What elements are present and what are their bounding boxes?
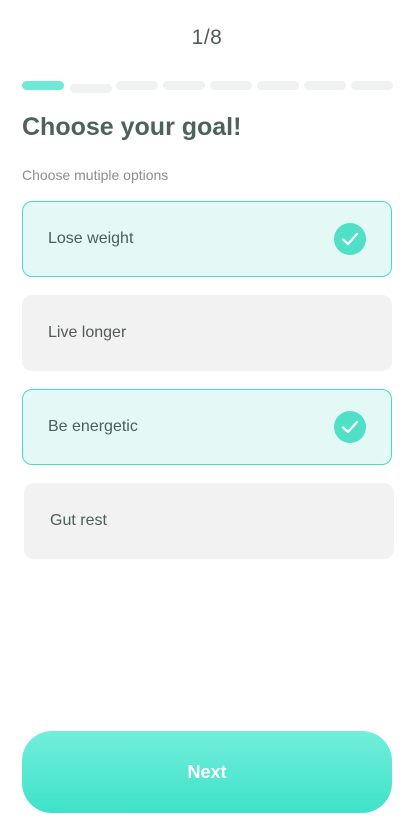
option-be-energetic[interactable]: Be energetic — [22, 389, 392, 465]
next-button[interactable]: Next — [22, 731, 392, 813]
progress-bar — [22, 81, 394, 93]
progress-segment-1 — [22, 81, 64, 90]
option-live-longer[interactable]: Live longer — [22, 295, 392, 371]
progress-segment-8 — [351, 81, 393, 90]
onboarding-screen: 1/8 Choose your goal! Choose mutiple opt… — [0, 0, 414, 840]
check-icon — [334, 223, 366, 255]
check-icon — [334, 411, 366, 443]
page-subtitle: Choose mutiple options — [22, 167, 169, 183]
step-counter: 1/8 — [191, 26, 223, 49]
option-lose-weight[interactable]: Lose weight — [22, 201, 392, 277]
progress-segment-4 — [163, 81, 205, 90]
progress-segment-7 — [304, 81, 346, 90]
progress-segment-3 — [116, 81, 158, 90]
progress-segment-6 — [257, 81, 299, 90]
option-label: Gut rest — [50, 512, 107, 529]
option-label: Be energetic — [48, 418, 138, 435]
option-gut-rest[interactable]: Gut rest — [24, 483, 394, 559]
option-label: Lose weight — [48, 230, 134, 247]
option-label: Live longer — [48, 324, 127, 341]
progress-segment-5 — [210, 81, 252, 90]
page-title: Choose your goal! — [22, 113, 242, 141]
progress-segment-2 — [70, 84, 112, 93]
